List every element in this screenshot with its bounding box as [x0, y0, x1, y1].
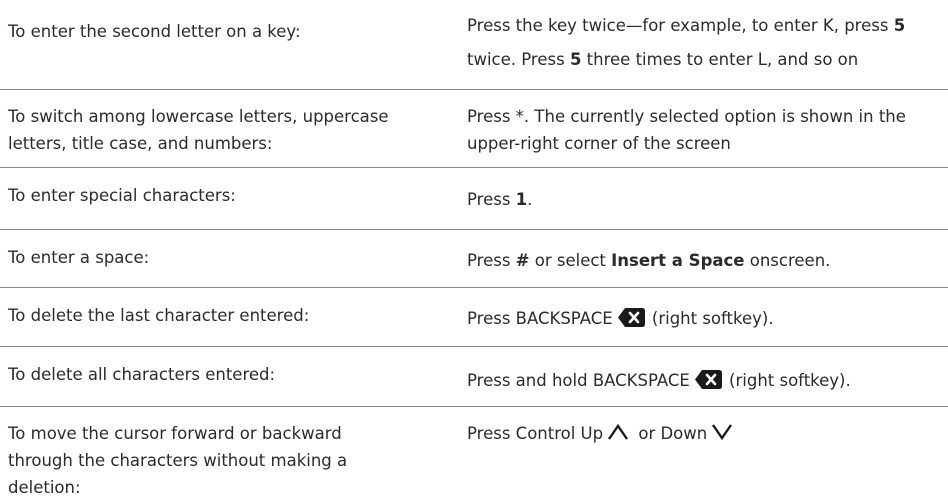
row-5-instruction: Press BACKSPACE (right softkey).: [467, 305, 945, 335]
row-3-label: To enter special characters:: [8, 186, 236, 205]
row-divider: [0, 287, 948, 288]
row-7-instruction: Press Control Up or Down: [467, 420, 945, 449]
row-7-label: To move the cursor forward or backward t…: [8, 424, 348, 497]
row-divider: [0, 229, 948, 230]
row-6-instruction: Press and hold BACKSPACE (right softkey)…: [467, 367, 945, 397]
chevron-down-icon: [711, 422, 733, 449]
row-divider: [0, 346, 948, 347]
row-1-label: To enter the second letter on a key:: [8, 22, 301, 41]
backspace-icon: [694, 370, 722, 397]
row-2-instruction: Press *. The currently selected option i…: [467, 107, 906, 153]
row-divider: [0, 406, 948, 407]
row-4-label: To enter a space:: [8, 248, 150, 267]
row-2-label: To switch among lowercase letters, upper…: [8, 107, 389, 153]
backspace-icon: [617, 308, 645, 335]
chevron-up-icon: [607, 422, 629, 449]
row-5-label: To delete the last character entered:: [8, 306, 310, 325]
row-6-label: To delete all characters entered:: [8, 365, 276, 384]
row-divider: [0, 89, 948, 90]
row-4-instruction: Press # or select Insert a Space onscree…: [467, 251, 831, 270]
row-3-instruction: Press 1.: [467, 190, 533, 209]
row-divider: [0, 167, 948, 168]
row-1-instruction: Press the key twice—for example, to ente…: [467, 16, 906, 69]
